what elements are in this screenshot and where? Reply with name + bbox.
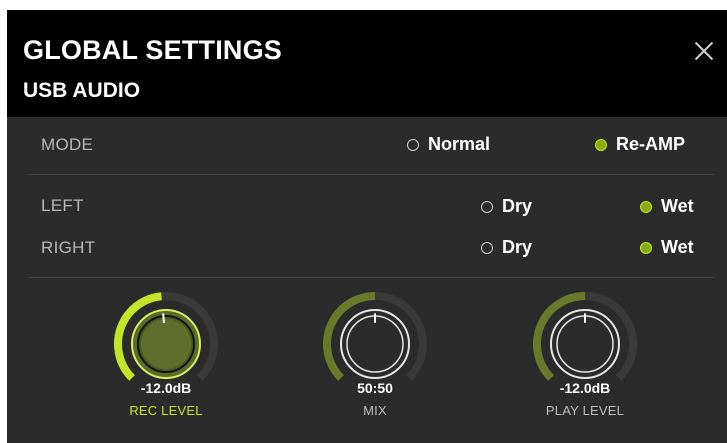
right-option-wet[interactable]: Wet: [640, 237, 694, 258]
left-label: LEFT: [41, 196, 84, 215]
radio-right-dry-icon: [481, 241, 493, 254]
close-icon[interactable]: [693, 40, 715, 62]
mode-option-normal-label: Normal: [428, 134, 491, 154]
rec-level-pointer: [162, 313, 165, 324]
right-option-dry[interactable]: Dry: [481, 237, 532, 258]
play-level-knob-inner: [556, 315, 614, 373]
dialog-subtitle: USB AUDIO: [23, 79, 141, 102]
radio-reamp-icon: [595, 138, 607, 151]
play-level-value-arc: [533, 292, 586, 381]
right-option-wet-label: Wet: [661, 237, 694, 257]
divider: [29, 174, 714, 175]
mix-knob-inner: [346, 315, 404, 373]
global-settings-dialog: GLOBAL SETTINGS USB AUDIO MODE Normal Re…: [7, 10, 727, 443]
radio-right-wet-icon: [640, 241, 652, 254]
rec-level-label: REC LEVEL: [129, 403, 203, 418]
play-level-value: -12.0dB: [559, 380, 611, 396]
left-option-wet[interactable]: Wet: [640, 196, 694, 217]
dialog-header: GLOBAL SETTINGS USB AUDIO: [7, 10, 727, 117]
radio-left-dry-icon: [481, 200, 493, 213]
play-level-label: PLAY LEVEL: [545, 403, 625, 418]
right-option-dry-label: Dry: [502, 237, 533, 257]
radio-left-wet-icon: [640, 200, 652, 213]
mode-option-reamp-label: Re-AMP: [616, 134, 686, 154]
left-option-dry-label: Dry: [502, 196, 533, 216]
left-option-dry[interactable]: Dry: [481, 196, 532, 217]
mode-option-normal[interactable]: Normal: [407, 134, 490, 155]
right-label: RIGHT: [41, 238, 96, 257]
mix-label: MIX: [363, 403, 387, 418]
dialog-title: GLOBAL SETTINGS: [23, 35, 283, 65]
mode-label: MODE: [41, 135, 94, 154]
rec-level-value: -12.0dB: [140, 380, 192, 396]
rec-level-knob-cap: [141, 319, 191, 369]
mode-option-reamp[interactable]: Re-AMP: [595, 134, 685, 155]
mix-value: 50:50: [357, 380, 393, 396]
divider: [29, 277, 714, 278]
left-option-wet-label: Wet: [661, 196, 694, 216]
radio-normal-icon: [407, 138, 419, 151]
mix-value-arc: [323, 292, 376, 381]
